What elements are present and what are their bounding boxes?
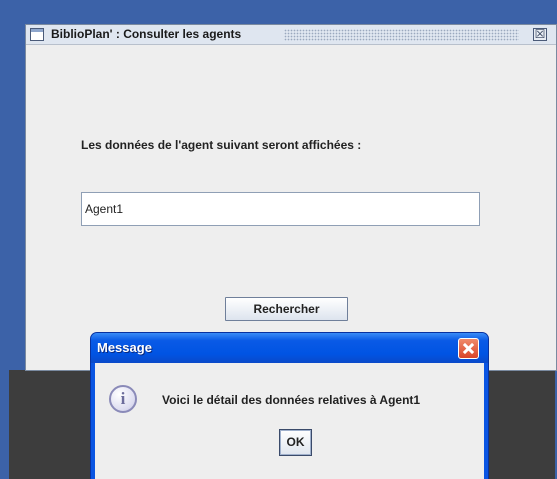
close-icon[interactable]: ☒ [533, 28, 547, 41]
agent-input[interactable] [81, 192, 480, 226]
dialog-close-icon[interactable] [458, 338, 479, 359]
titlebar-grip [284, 29, 519, 41]
dialog-body: i Voici le détail des données relatives … [95, 363, 484, 479]
dialog-title: Message [97, 340, 152, 355]
ok-button[interactable]: OK [279, 429, 312, 456]
dialog-message: Voici le détail des données relatives à … [162, 393, 421, 407]
main-titlebar[interactable]: BiblioPlan' : Consulter les agents ☒ [26, 25, 556, 45]
window-icon [30, 28, 44, 41]
main-window: BiblioPlan' : Consulter les agents ☒ Les… [25, 24, 557, 371]
search-button[interactable]: Rechercher [225, 297, 348, 321]
dialog-titlebar[interactable]: Message [91, 333, 488, 363]
window-title: BiblioPlan' : Consulter les agents [51, 27, 242, 41]
prompt-label: Les données de l'agent suivant seront af… [81, 138, 362, 152]
info-icon: i [109, 385, 137, 413]
message-dialog: Message i Voici le détail des données re… [91, 333, 488, 479]
